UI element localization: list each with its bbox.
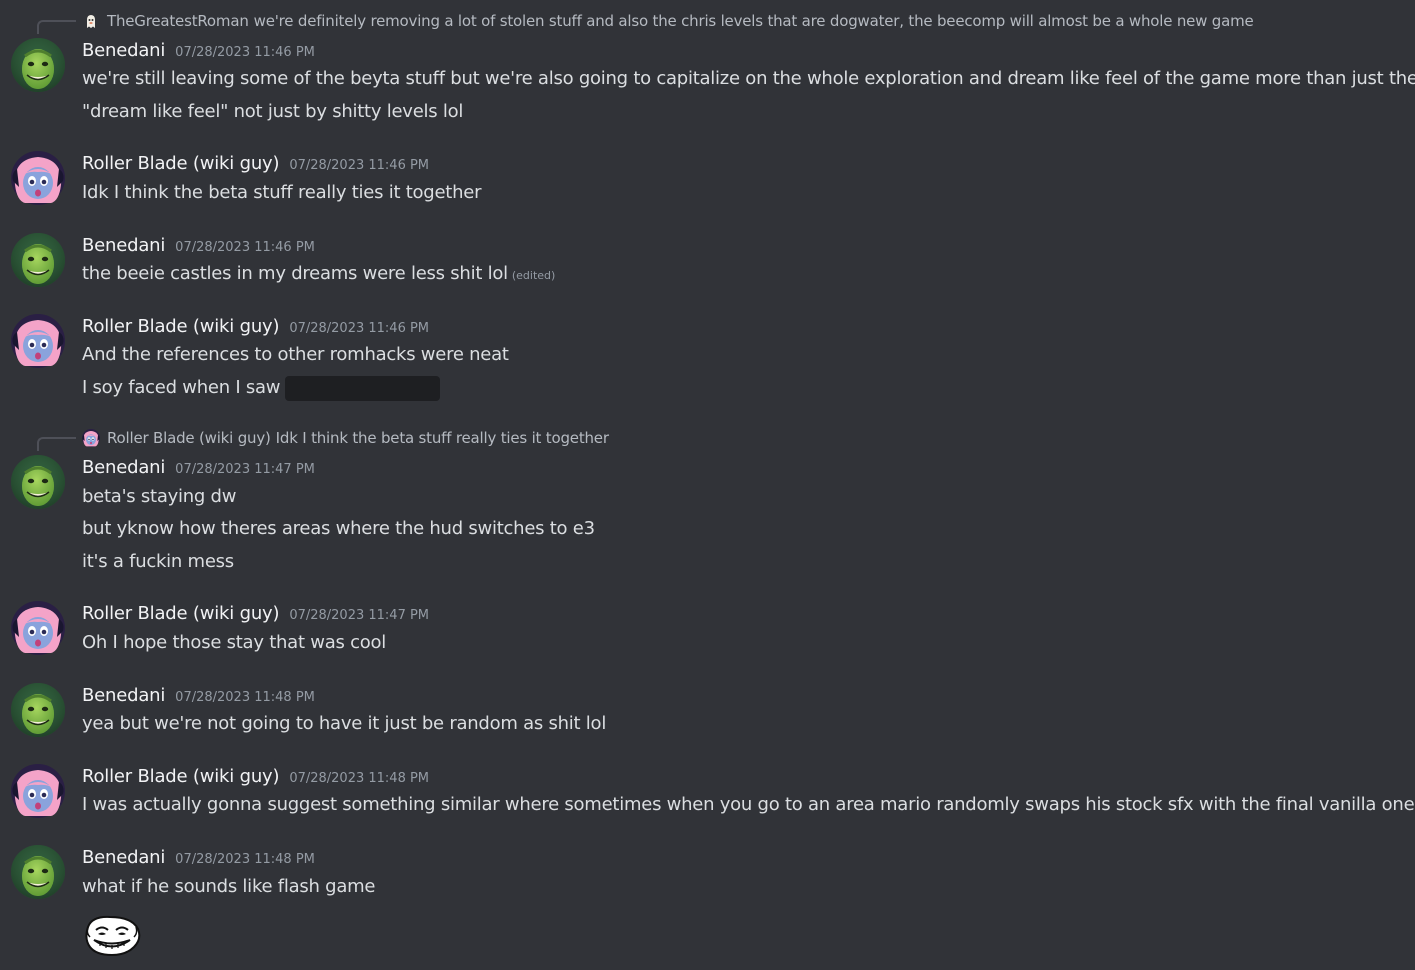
reply-author[interactable]: TheGreatestRoman [107, 12, 249, 30]
message-text-content: the beeie castles in my dreams were less… [82, 263, 508, 284]
reply-text[interactable]: Idk I think the beta stuff really ties i… [276, 429, 609, 447]
message-text: we're still leaving some of the beyta st… [82, 68, 1415, 89]
chat-messages: TheGreatestRoman we're definitely removi… [0, 0, 1415, 970]
message-text: yea but we're not going to have it just … [82, 713, 607, 734]
reply-text[interactable]: we're definitely removing a lot of stole… [254, 12, 1254, 30]
roller-blade-avatar-icon [82, 429, 100, 447]
message-timestamp[interactable]: 07/28/2023 11:48 PM [175, 690, 315, 705]
reply-connector [37, 437, 76, 451]
message-text: I was actually gonna suggest something s… [82, 794, 1415, 815]
edited-label: (edited) [511, 269, 556, 282]
message-text: it's a fuckin mess [82, 551, 234, 572]
author-name[interactable]: Roller Blade (wiki guy) [82, 153, 280, 174]
message-timestamp[interactable]: 07/28/2023 11:48 PM [175, 852, 315, 867]
ghost-avatar-icon [82, 12, 100, 30]
message-text-content: I soy faced when I saw [82, 377, 281, 398]
benedani-avatar-icon[interactable] [11, 455, 65, 509]
benedani-avatar-icon[interactable] [11, 233, 65, 287]
message-header: Benedani 07/28/2023 11:48 PM [82, 685, 315, 709]
reply-connector [37, 20, 76, 34]
message-header: Benedani 07/28/2023 11:46 PM [82, 235, 315, 259]
benedani-avatar-icon[interactable] [11, 845, 65, 899]
message-text: I soy faced when I saw [82, 375, 441, 401]
reply-reference[interactable]: Roller Blade (wiki guy) Idk I think the … [82, 427, 609, 449]
reply-author[interactable]: Roller Blade (wiki guy) [107, 429, 271, 447]
message-header: Benedani 07/28/2023 11:48 PM [82, 847, 315, 871]
message-text: but yknow how theres areas where the hud… [82, 518, 595, 539]
reply-reference[interactable]: TheGreatestRoman we're definitely removi… [82, 10, 1254, 32]
message-timestamp[interactable]: 07/28/2023 11:47 PM [175, 462, 315, 477]
author-name[interactable]: Roller Blade (wiki guy) [82, 316, 280, 337]
message-header: Roller Blade (wiki guy) 07/28/2023 11:48… [82, 766, 429, 790]
message-text: beta's staying dw [82, 486, 237, 507]
message-header: Roller Blade (wiki guy) 07/28/2023 11:46… [82, 316, 429, 340]
author-name[interactable]: Benedani [82, 685, 165, 706]
message-timestamp[interactable]: 07/28/2023 11:48 PM [289, 771, 429, 786]
spoiler-block[interactable] [285, 375, 441, 401]
message-text: what if he sounds like flash game [82, 876, 376, 897]
message-timestamp[interactable]: 07/28/2023 11:46 PM [289, 158, 429, 173]
roller-blade-avatar-icon[interactable] [11, 764, 65, 818]
message-text: the beeie castles in my dreams were less… [82, 261, 555, 287]
message-timestamp[interactable]: 07/28/2023 11:46 PM [175, 240, 315, 255]
author-name[interactable]: Benedani [82, 235, 165, 256]
trollface-emoji-icon[interactable] [82, 913, 142, 957]
benedani-avatar-icon[interactable] [11, 38, 65, 92]
message-timestamp[interactable]: 07/28/2023 11:46 PM [175, 45, 315, 60]
message-header: Roller Blade (wiki guy) 07/28/2023 11:47… [82, 603, 429, 627]
message-header: Benedani 07/28/2023 11:47 PM [82, 457, 315, 481]
author-name[interactable]: Roller Blade (wiki guy) [82, 603, 280, 624]
message-timestamp[interactable]: 07/28/2023 11:47 PM [289, 608, 429, 623]
author-name[interactable]: Benedani [82, 457, 165, 478]
message-text: Oh I hope those stay that was cool [82, 632, 387, 653]
benedani-avatar-icon[interactable] [11, 683, 65, 737]
message-text: And the references to other romhacks wer… [82, 344, 509, 365]
message-text: "dream like feel" not just by shitty lev… [82, 101, 464, 122]
author-name[interactable]: Roller Blade (wiki guy) [82, 766, 280, 787]
message-header: Roller Blade (wiki guy) 07/28/2023 11:46… [82, 153, 429, 177]
message-text: Idk I think the beta stuff really ties i… [82, 182, 482, 203]
roller-blade-avatar-icon[interactable] [11, 314, 65, 368]
message-timestamp[interactable]: 07/28/2023 11:46 PM [289, 321, 429, 336]
author-name[interactable]: Benedani [82, 40, 165, 61]
message-header: Benedani 07/28/2023 11:46 PM [82, 40, 315, 64]
roller-blade-avatar-icon[interactable] [11, 151, 65, 205]
author-name[interactable]: Benedani [82, 847, 165, 868]
roller-blade-avatar-icon[interactable] [11, 601, 65, 655]
